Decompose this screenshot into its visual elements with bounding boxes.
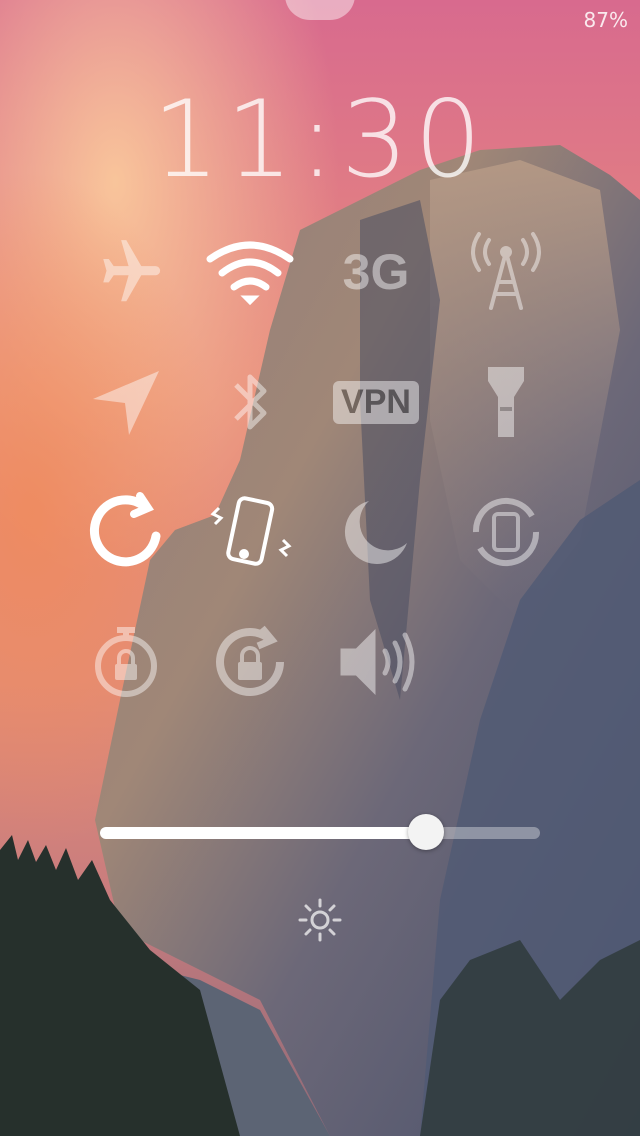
- clock-time: 11:30: [152, 78, 488, 201]
- speaker-icon: [340, 628, 415, 696]
- toggle-rotation-phone[interactable]: [456, 482, 556, 582]
- vpn-icon: VPN: [333, 380, 419, 424]
- antenna-icon: [471, 232, 541, 310]
- bluetooth-icon: [234, 374, 267, 430]
- rotate-phone-icon: [472, 497, 540, 567]
- brightness-track-fill: [100, 827, 426, 839]
- toggle-auto-lock[interactable]: [76, 612, 176, 712]
- wifi-icon: [206, 241, 294, 306]
- brightness-slider[interactable]: [100, 814, 540, 850]
- brightness-slider-thumb[interactable]: [408, 814, 444, 850]
- toggle-rotation-lock[interactable]: [200, 612, 300, 712]
- battery-percentage: 87%: [583, 8, 628, 32]
- location-arrow-icon: [93, 371, 159, 435]
- toggle-respring[interactable]: [76, 482, 176, 582]
- toggle-ringer[interactable]: [330, 612, 430, 712]
- moon-icon: [344, 501, 407, 564]
- toggle-vibration[interactable]: [200, 482, 300, 582]
- 3g-icon: 3G: [342, 244, 410, 300]
- airplane-icon: [103, 240, 161, 302]
- vibrating-phone-icon: [210, 496, 292, 566]
- toggle-vpn[interactable]: VPN: [326, 352, 426, 452]
- toggle-bluetooth[interactable]: [200, 352, 300, 452]
- sun-icon: [298, 898, 342, 942]
- toggle-cellular-data[interactable]: [456, 222, 556, 322]
- toggle-airplane-mode[interactable]: [76, 222, 176, 322]
- toggle-flashlight[interactable]: [456, 352, 556, 452]
- rotation-lock-icon: [216, 625, 284, 696]
- toggle-location[interactable]: [76, 352, 176, 452]
- toggle-do-not-disturb[interactable]: [326, 482, 426, 582]
- flashlight-icon: [488, 367, 524, 437]
- stopwatch-lock-icon: [95, 627, 157, 697]
- refresh-icon: [89, 492, 161, 567]
- toggle-wifi[interactable]: [200, 222, 300, 322]
- toggle-cellular-3g[interactable]: 3G: [326, 222, 426, 322]
